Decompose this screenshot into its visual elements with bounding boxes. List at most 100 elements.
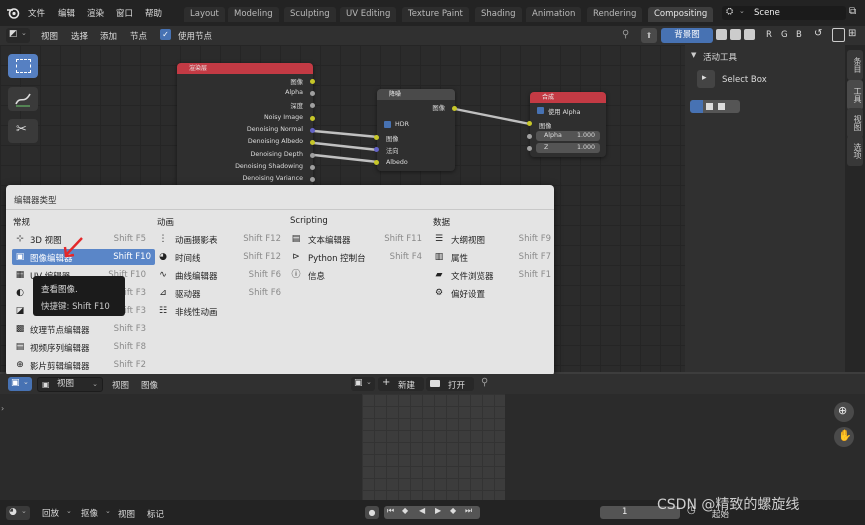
socket[interactable]: [310, 91, 315, 96]
record-button[interactable]: ●: [365, 506, 379, 519]
menu-item-timeline[interactable]: ◕ 时间线 Shift F12: [155, 249, 283, 265]
composite-title: 合成: [542, 94, 555, 101]
new-image-button[interactable]: + 新建: [378, 377, 424, 391]
socket[interactable]: [310, 153, 315, 158]
denoise-node[interactable]: 降噪 图像 HDR 图像 法向 Albedo: [377, 89, 455, 171]
play-icon[interactable]: ▶: [435, 506, 441, 515]
backdrop-mix-icon[interactable]: [744, 29, 755, 40]
hdr-checkbox[interactable]: [384, 121, 391, 128]
menu-item-graph-editor[interactable]: ∿ 曲线编辑器 Shift F6: [155, 267, 283, 283]
socket[interactable]: [310, 103, 315, 108]
jump-end-icon[interactable]: ⏭: [465, 506, 472, 516]
render-layers-header[interactable]: 渲染层: [177, 63, 313, 74]
socket[interactable]: [310, 177, 315, 182]
denoise-header[interactable]: 降噪: [377, 89, 455, 100]
socket[interactable]: [310, 116, 315, 121]
sidebar-toggle-icon[interactable]: ⊞: [848, 28, 856, 39]
timeline-menu-view[interactable]: 视图: [118, 508, 135, 520]
z-field[interactable]: Z 1.000: [536, 143, 600, 153]
channel-g[interactable]: G: [781, 30, 788, 40]
menu-item-nla[interactable]: ☷ 非线性动画: [155, 303, 283, 319]
text-editor-icon: ▤: [291, 234, 301, 244]
menu-item-text-editor[interactable]: ▤ 文本编辑器 Shift F11: [288, 231, 424, 247]
divider: [6, 209, 554, 210]
alpha-field[interactable]: Alpha 1.000: [536, 131, 600, 141]
menu-item-movie-clip-editor[interactable]: ⊕ 影片剪辑编辑器 Shift F2: [12, 357, 150, 373]
mode-extend-icon[interactable]: [706, 103, 713, 110]
menu-item-shortcut: Shift F5: [113, 234, 146, 244]
tab-options[interactable]: 选项: [847, 136, 863, 166]
menu-item-file-browser[interactable]: ▰ 文件浏览器 Shift F1: [431, 267, 553, 283]
pan-button[interactable]: ✋: [834, 427, 854, 447]
menu-item-outliner[interactable]: ☰ 大纲视图 Shift F9: [431, 231, 553, 247]
expand-toolbar-icon[interactable]: ›: [1, 404, 4, 413]
sequencer-icon: ▤: [15, 342, 25, 352]
select-box-tool-button[interactable]: ▸: [697, 70, 715, 88]
jump-start-icon[interactable]: ⏮: [387, 506, 394, 516]
channel-b[interactable]: B: [796, 30, 802, 40]
timeline-menu-marker[interactable]: 标记: [147, 508, 164, 520]
socket[interactable]: [310, 79, 315, 84]
keying-dropdown[interactable]: 抠像 ⌄: [77, 507, 113, 520]
tab-view[interactable]: 视图: [847, 108, 863, 138]
playback-dropdown[interactable]: 回放 ⌄: [38, 507, 74, 520]
mode-subtract-icon[interactable]: [718, 103, 725, 110]
category-data: 数据: [433, 218, 451, 228]
channel-r[interactable]: R: [766, 30, 772, 40]
playback-label: 回放: [42, 509, 60, 519]
image-editor-type-button[interactable]: ▣ ⌄: [8, 377, 32, 391]
composite-node[interactable]: 合成 使用 Alpha 图像 Alpha 1.000 Z 1.000: [530, 92, 606, 157]
menu-item-info[interactable]: ⓘ 信息: [288, 267, 424, 283]
menu-item-dopesheet[interactable]: ⋮ 动画摄影表 Shift F12: [155, 231, 283, 247]
tab-tool[interactable]: 工具: [847, 80, 863, 110]
menu-item-shortcut: Shift F9: [518, 234, 551, 244]
browse-scene-icon[interactable]: ⧉: [849, 6, 856, 17]
open-image-button[interactable]: 打开: [426, 377, 474, 391]
menu-item-python-console[interactable]: ⊳ Python 控制台 Shift F4: [288, 249, 424, 265]
socket[interactable]: [527, 134, 532, 139]
menu-item-texture-node-editor[interactable]: ▩ 纹理节点编辑器 Shift F3: [12, 321, 150, 337]
scene-selector[interactable]: ⛭ ⌄ Scene: [722, 6, 846, 20]
render-layers-node[interactable]: 渲染层 图像 Alpha 深度 Noisy Image Denoising No…: [177, 63, 313, 188]
socket[interactable]: [374, 160, 379, 165]
menu-item-drivers[interactable]: ⊿ 驱动器 Shift F6: [155, 285, 283, 301]
collapse-icon[interactable]: ▼: [691, 51, 696, 59]
tab-item[interactable]: 条目: [847, 50, 863, 80]
zoom-button[interactable]: ⊕: [834, 402, 854, 422]
socket[interactable]: [310, 165, 315, 170]
image-menu-image[interactable]: 图像: [141, 379, 158, 391]
node-sidebar: [685, 45, 865, 372]
jump-keyframe-forward-icon[interactable]: ◆: [450, 506, 456, 515]
select-mode-buttons[interactable]: [690, 100, 740, 113]
pin-icon[interactable]: ⚲: [481, 377, 488, 388]
socket[interactable]: [310, 140, 315, 145]
menu-item-video-sequencer[interactable]: ▤ 视频序列编辑器 Shift F8: [12, 339, 150, 355]
image-browse-icon: ▣: [354, 378, 363, 388]
socket[interactable]: [374, 135, 379, 140]
chevron-down-icon: ⌄: [66, 507, 72, 515]
menu-item-properties[interactable]: ▥ 属性 Shift F7: [431, 249, 553, 265]
output-depth: 深度: [290, 103, 303, 110]
socket[interactable]: [310, 128, 315, 133]
menu-item-preferences[interactable]: ⚙ 偏好设置: [431, 285, 553, 301]
image-mode-dropdown[interactable]: ▣ 视图 ⌄: [37, 377, 103, 392]
refresh-icon[interactable]: ↺: [814, 28, 822, 39]
use-alpha-checkbox[interactable]: [537, 107, 544, 114]
socket[interactable]: [527, 146, 532, 151]
scene-name: Scene: [754, 8, 780, 18]
image-mode-icon: ▣: [42, 380, 50, 389]
mode-set-icon[interactable]: [690, 100, 703, 113]
jump-keyframe-back-icon[interactable]: ◆: [402, 506, 408, 515]
timeline-editor-type-button[interactable]: ◕ ⌄: [6, 506, 30, 520]
backdrop-alpha-icon[interactable]: [730, 29, 741, 40]
image-menu-view[interactable]: 视图: [112, 379, 129, 391]
browse-image-button[interactable]: ▣ ⌄: [351, 377, 375, 391]
socket[interactable]: [374, 147, 379, 152]
socket[interactable]: [452, 106, 457, 111]
socket[interactable]: [527, 121, 532, 126]
display-icon[interactable]: [832, 28, 845, 42]
play-reverse-icon[interactable]: ◀: [419, 506, 425, 515]
composite-header[interactable]: 合成: [530, 92, 606, 103]
properties-icon: ▥: [434, 252, 444, 262]
backdrop-rgb-icon[interactable]: [716, 29, 727, 40]
